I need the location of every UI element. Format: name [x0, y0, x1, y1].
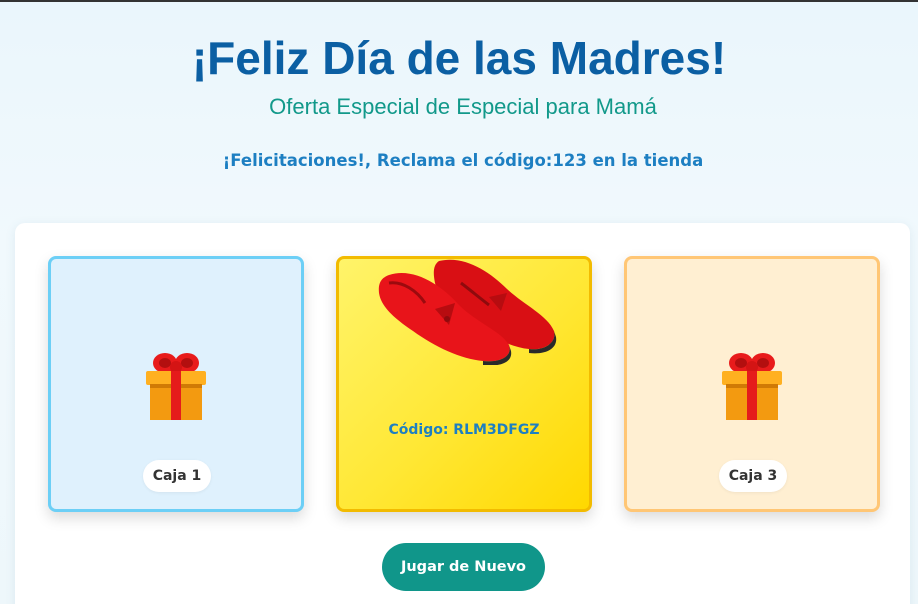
page-title: ¡Feliz Día de las Madres! — [191, 32, 727, 84]
reward-code: Código: RLM3DFGZ — [388, 422, 540, 438]
page-subtitle: Oferta Especial de Especial para Mamá — [269, 94, 657, 119]
congratulations-message: ¡Felicitaciones!, Reclama el código:123 … — [222, 151, 704, 170]
gift-box-2[interactable]: Código: RLM3DFGZ — [336, 256, 592, 512]
gift-icon — [146, 353, 206, 420]
top-border — [0, 0, 918, 2]
gift-icon — [722, 353, 782, 420]
gift-box-1[interactable]: Caja 1 — [48, 256, 304, 512]
gift-box-3[interactable]: Caja 3 — [624, 256, 880, 512]
red-shoes-icon — [378, 259, 557, 365]
box-label: Caja 3 — [719, 460, 787, 492]
play-again-button[interactable]: Jugar de Nuevo — [382, 543, 545, 591]
box-label: Caja 1 — [143, 460, 211, 492]
